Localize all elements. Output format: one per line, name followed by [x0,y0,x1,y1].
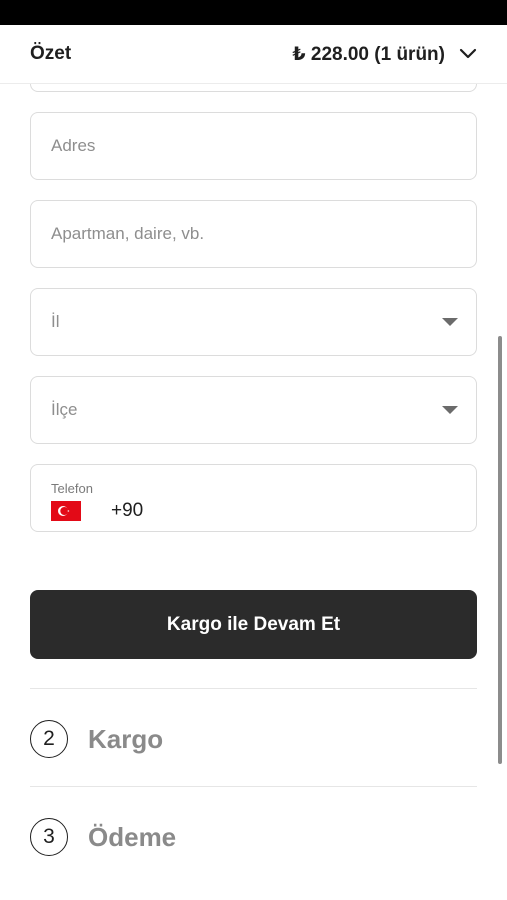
divider [30,688,477,689]
summary-toggle[interactable]: ₺ 228.00 (1 ürün) [292,43,477,66]
phone-country-code[interactable]: +90 [111,500,143,522]
summary-total: ₺ 228.00 (1 ürün) [292,43,445,65]
step-payment: 3 Ödeme [30,818,176,856]
district-placeholder: İlçe [51,400,78,419]
summary-title: Özet [30,43,72,64]
step-shipping: 2 Kargo [30,720,163,758]
caret-down-icon [442,318,458,326]
district-select[interactable]: İlçe [30,376,477,444]
address-field[interactable]: Adres [30,112,477,180]
apartment-placeholder: Apartman, daire, vb. [51,224,205,243]
step-label: Kargo [88,723,164,754]
turkey-flag-icon[interactable] [51,501,81,521]
apartment-field[interactable]: Apartman, daire, vb. [30,200,477,268]
phone-input-row[interactable]: +90 [51,500,456,522]
caret-down-icon [442,406,458,414]
step-number: 3 [30,818,68,856]
divider [30,786,477,787]
phone-label: Telefon [51,481,93,496]
previous-field-partial[interactable] [30,84,477,92]
continue-to-shipping-button[interactable]: Kargo ile Devam Et [30,590,477,659]
province-select[interactable]: İl [30,288,477,356]
status-bar [0,0,507,25]
step-number: 2 [30,720,68,758]
address-placeholder: Adres [51,136,96,155]
province-placeholder: İl [51,312,60,331]
order-summary-bar[interactable]: Özet ₺ 228.00 (1 ürün) [0,25,507,84]
chevron-down-icon[interactable] [459,48,477,60]
phone-field[interactable]: Telefon +90 [30,464,477,532]
scrollbar[interactable] [498,336,502,764]
step-label: Ödeme [88,821,177,852]
checkout-form-scroll[interactable]: Adres Apartman, daire, vb. İl İlçe Telef… [0,84,507,900]
